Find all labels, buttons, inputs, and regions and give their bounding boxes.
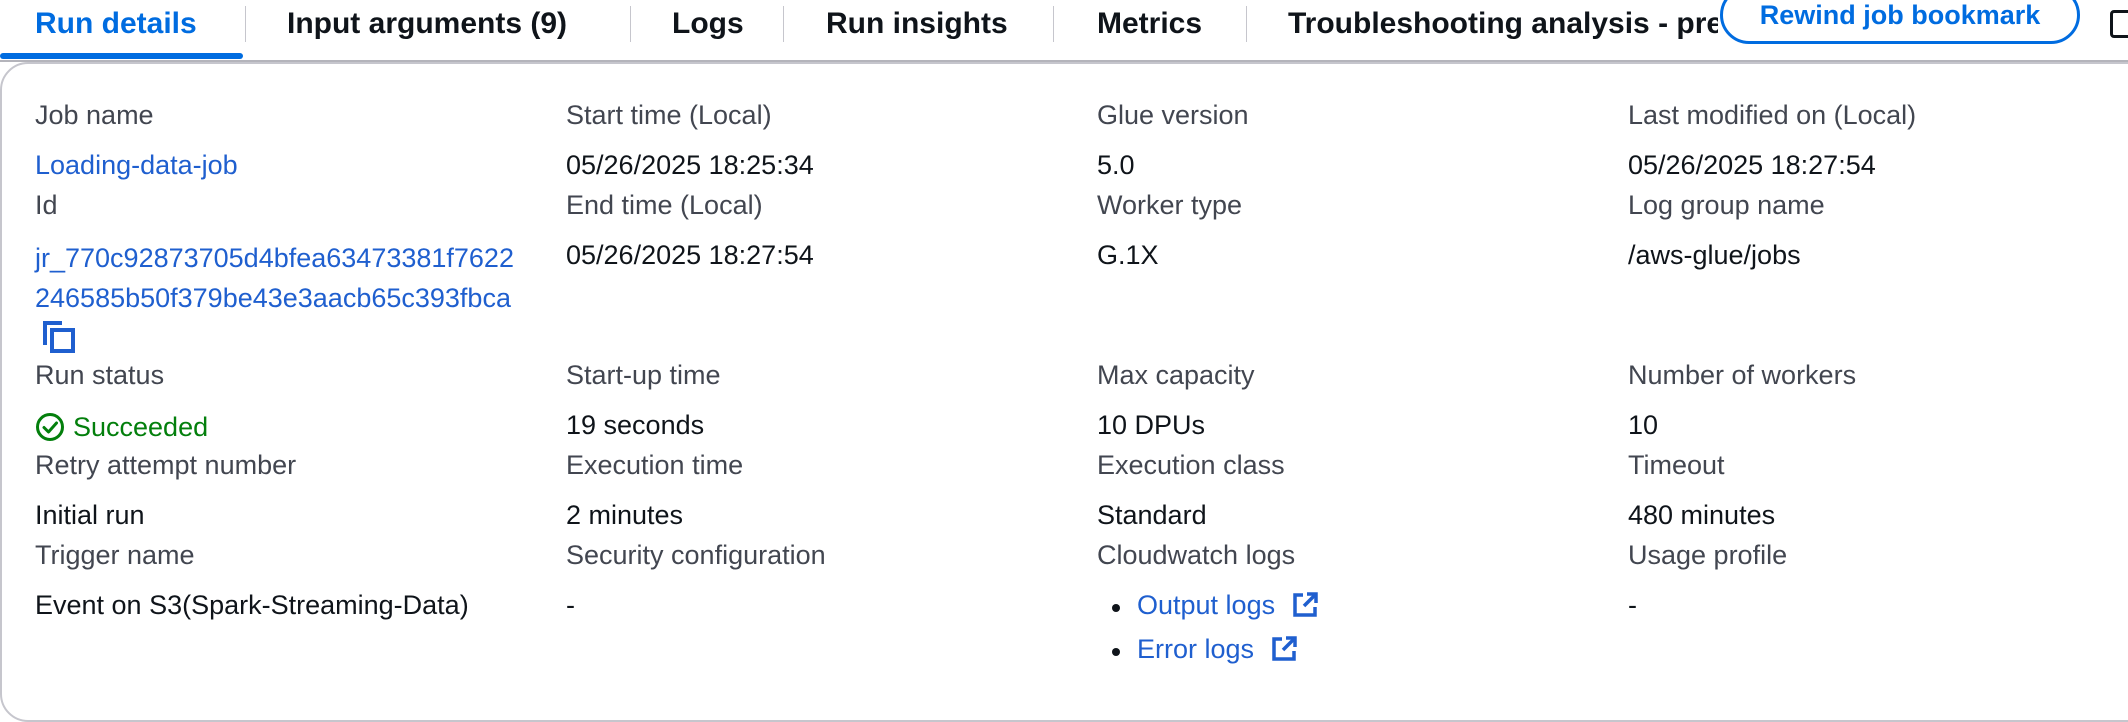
id-label: Id (35, 190, 58, 220)
num-workers-value: 10 (1628, 410, 1659, 440)
job-name-link[interactable]: Loading-data-job (35, 150, 238, 181)
execution-time-label: Execution time (566, 450, 744, 480)
output-logs-label[interactable]: Output logs (1137, 590, 1275, 620)
glue-version-value: 5.0 (1097, 150, 1135, 180)
timeout-label: Timeout (1628, 450, 1725, 480)
startup-time-value: 19 seconds (566, 410, 705, 440)
run-id-value[interactable]: jr_770c92873705d4bfea63473381f7622 24658… (35, 238, 557, 318)
run-status-badge: Succeeded (35, 409, 208, 445)
run-status-value: Succeeded (73, 411, 209, 442)
start-time-value: 05/26/2025 18:25:34 (566, 150, 814, 180)
end-time-value: 05/26/2025 18:27:54 (566, 240, 814, 270)
start-time-label: Start time (Local) (566, 100, 772, 130)
tab-run-insights[interactable]: Run insights (826, 0, 1008, 48)
tab-logs[interactable]: Logs (672, 0, 744, 48)
tab-troubleshooting-clip: Troubleshooting analysis - preview (1288, 0, 1718, 48)
usage-profile-value: - (1628, 590, 1637, 620)
end-time-label: End time (Local) (566, 190, 763, 220)
active-tab-indicator (0, 53, 243, 59)
worker-type-label: Worker type (1097, 190, 1243, 220)
check-circle-icon (36, 413, 64, 441)
trigger-name-label: Trigger name (35, 540, 195, 570)
glue-version-label: Glue version (1097, 100, 1249, 130)
job-name-label: Job name (35, 100, 154, 130)
usage-profile-label: Usage profile (1628, 540, 1788, 570)
tab-metrics[interactable]: Metrics (1097, 0, 1202, 48)
cloudwatch-logs-label: Cloudwatch logs (1097, 540, 1296, 570)
last-modified-value: 05/26/2025 18:27:54 (1628, 150, 1876, 180)
retry-attempt-value: Initial run (35, 500, 145, 530)
max-capacity-label: Max capacity (1097, 360, 1255, 390)
copy-icon[interactable] (40, 318, 76, 354)
worker-type-value: G.1X (1097, 240, 1159, 270)
run-status-label: Run status (35, 360, 165, 390)
last-modified-label: Last modified on (Local) (1628, 100, 1917, 130)
list-bullet (1112, 604, 1120, 612)
tab-separator (1053, 6, 1054, 42)
tab-separator (783, 6, 784, 42)
error-logs-label[interactable]: Error logs (1137, 634, 1254, 664)
output-logs-link[interactable]: Output logs (1137, 590, 1319, 621)
num-workers-label: Number of workers (1628, 360, 1857, 390)
tab-separator (245, 6, 246, 42)
trigger-name-value: Event on S3(Spark-Streaming-Data) (35, 590, 469, 620)
tab-run-details[interactable]: Run details (35, 0, 197, 48)
log-group-label: Log group name (1628, 190, 1825, 220)
tab-separator (1246, 6, 1247, 42)
timeout-value: 480 minutes (1628, 500, 1776, 530)
tab-troubleshooting-analysis[interactable]: Troubleshooting analysis - preview (1288, 0, 1718, 48)
error-logs-link[interactable]: Error logs (1137, 634, 1298, 665)
tab-separator (630, 6, 631, 42)
overflow-icon[interactable] (2110, 10, 2128, 38)
rewind-job-bookmark-button[interactable]: Rewind job bookmark (1720, 0, 2080, 44)
security-config-value: - (566, 590, 575, 620)
log-group-value: /aws-glue/jobs (1628, 240, 1801, 270)
execution-class-label: Execution class (1097, 450, 1285, 480)
retry-attempt-label: Retry attempt number (35, 450, 297, 480)
max-capacity-value: 10 DPUs (1097, 410, 1206, 440)
external-link-icon[interactable] (1291, 591, 1319, 619)
tab-bar: Run details Input arguments (9) Logs Run… (0, 0, 2128, 62)
tab-input-arguments[interactable]: Input arguments (9) (287, 0, 567, 48)
list-bullet (1112, 648, 1120, 656)
run-id-line-1[interactable]: jr_770c92873705d4bfea63473381f7622 (35, 238, 557, 278)
startup-time-label: Start-up time (566, 360, 721, 390)
external-link-icon[interactable] (1270, 635, 1298, 663)
run-id-line-2[interactable]: 246585b50f379be43e3aacb65c393fbca (35, 278, 557, 318)
execution-time-value: 2 minutes (566, 500, 684, 530)
security-config-label: Security configuration (566, 540, 826, 570)
execution-class-value: Standard (1097, 500, 1207, 530)
